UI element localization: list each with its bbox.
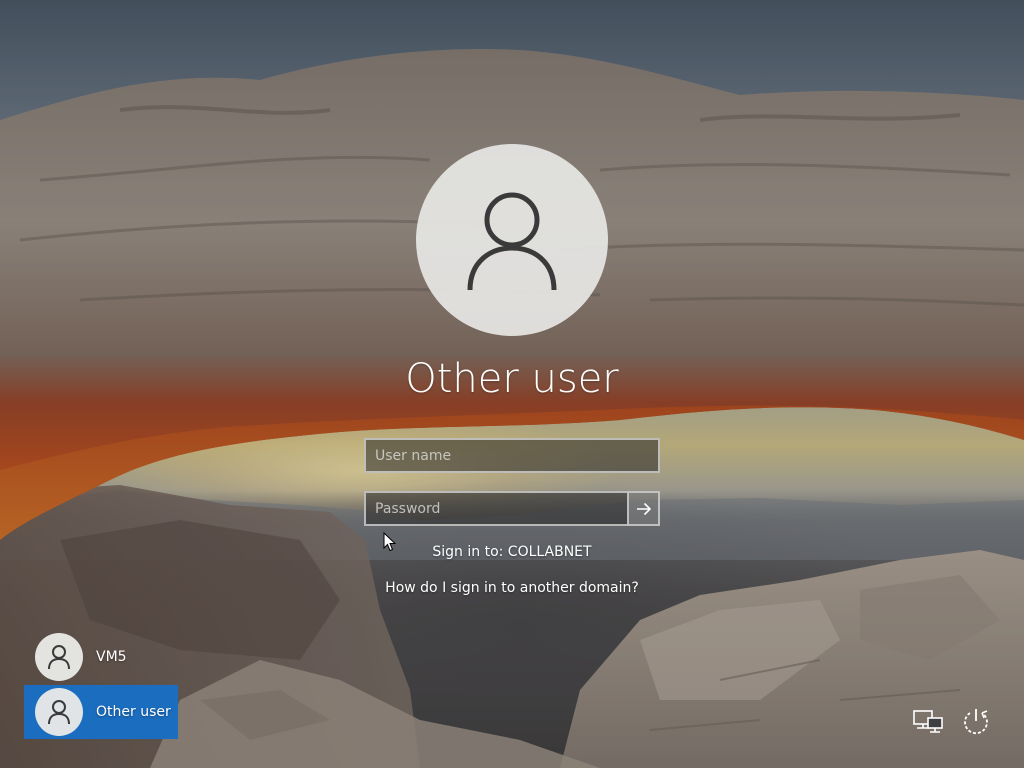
user-avatar-large (416, 144, 608, 336)
arrow-right-icon (636, 502, 651, 515)
network-icon (913, 710, 943, 733)
user-tile-label: Other user (96, 704, 171, 720)
another-domain-help-link[interactable]: How do I sign in to another domain? (312, 580, 712, 596)
password-input[interactable] (364, 491, 628, 526)
user-tile-vm5[interactable]: VM5 (24, 630, 178, 684)
user-tile-other-user[interactable]: Other user (24, 685, 178, 739)
sign-in-domain-text: Sign in to: COLLABNET (432, 544, 592, 560)
user-tile-label: VM5 (96, 649, 127, 665)
user-silhouette-icon (467, 192, 557, 291)
user-tile-avatar (35, 688, 83, 736)
user-title: Other user (405, 356, 619, 402)
power-button[interactable] (958, 704, 994, 740)
user-tile-avatar (35, 633, 83, 681)
user-silhouette-icon (48, 645, 70, 670)
user-silhouette-icon (48, 700, 70, 725)
username-input[interactable] (364, 438, 660, 473)
lock-screen: Other user Sign in to: COLLABNET How do … (0, 0, 1024, 768)
power-icon (964, 709, 988, 735)
network-button[interactable] (910, 704, 946, 740)
submit-sign-in-button[interactable] (627, 491, 660, 526)
mouse-cursor-icon (383, 532, 397, 552)
